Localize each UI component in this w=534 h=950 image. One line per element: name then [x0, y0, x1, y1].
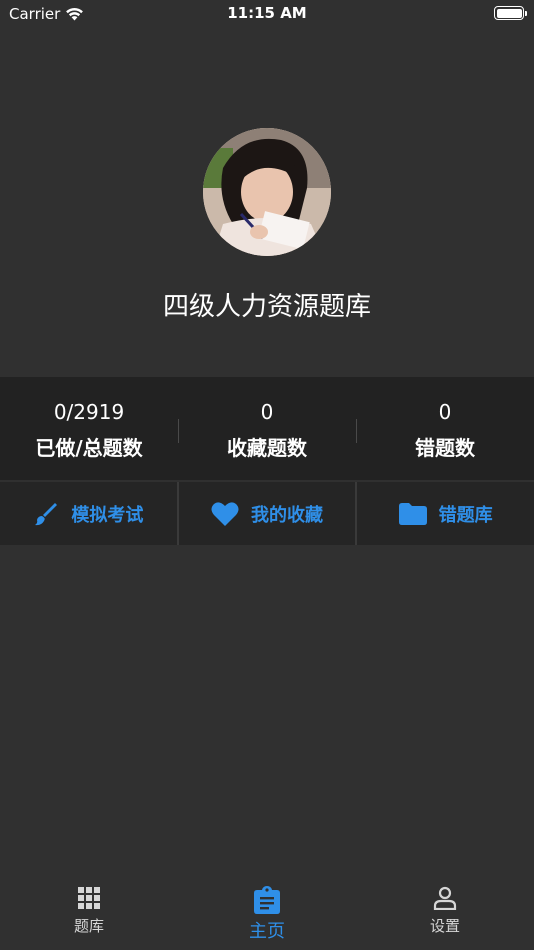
person-icon: [433, 886, 457, 910]
tab-settings-label: 设置: [429, 917, 460, 935]
folder-icon: [398, 502, 427, 525]
tab-home-label: 主页: [249, 921, 285, 942]
stat-favorites-label: 收藏题数: [227, 435, 307, 460]
stat-done-label: 已做/总题数: [35, 435, 143, 460]
tab-question-bank[interactable]: 题库: [0, 873, 178, 950]
wrong-questions-button[interactable]: 错题库: [357, 482, 534, 545]
mock-exam-label: 模拟考试: [71, 504, 144, 526]
stat-wrong-value: 0: [438, 399, 452, 424]
tab-question-bank-label: 题库: [73, 917, 104, 935]
avatar-photo: [203, 128, 331, 256]
clipboard-icon: [254, 886, 280, 914]
stat-wrong-label: 错题数: [415, 435, 475, 460]
avatar[interactable]: [203, 128, 331, 256]
my-favorites-label: 我的收藏: [251, 504, 323, 526]
wrong-questions-label: 错题库: [438, 504, 493, 526]
stat-wrong: 0 错题数: [356, 377, 534, 480]
stat-done: 0/2919 已做/总题数: [0, 377, 178, 480]
tab-bar: 题库 主页 设置: [0, 873, 534, 950]
stat-favorites: 0 收藏题数: [178, 377, 356, 480]
stats-panel: 0/2919 已做/总题数 0 收藏题数 0 错题数: [0, 377, 534, 480]
brush-icon: [35, 502, 58, 525]
status-bar: Carrier 11:15 AM: [0, 0, 534, 28]
battery-icon: [494, 6, 527, 20]
mock-exam-button[interactable]: 模拟考试: [0, 482, 177, 545]
page-title: 四级人力资源题库: [162, 292, 371, 322]
action-row: 模拟考试 我的收藏 错题库: [0, 482, 534, 545]
stat-favorites-value: 0: [260, 399, 274, 424]
my-favorites-button[interactable]: 我的收藏: [178, 482, 356, 545]
heart-icon: [211, 501, 239, 526]
tab-home[interactable]: 主页: [178, 873, 356, 950]
tab-settings[interactable]: 设置: [356, 873, 534, 950]
stat-done-value: 0/2919: [53, 399, 125, 424]
grid-icon: [78, 887, 100, 909]
status-time: 11:15 AM: [227, 4, 307, 22]
